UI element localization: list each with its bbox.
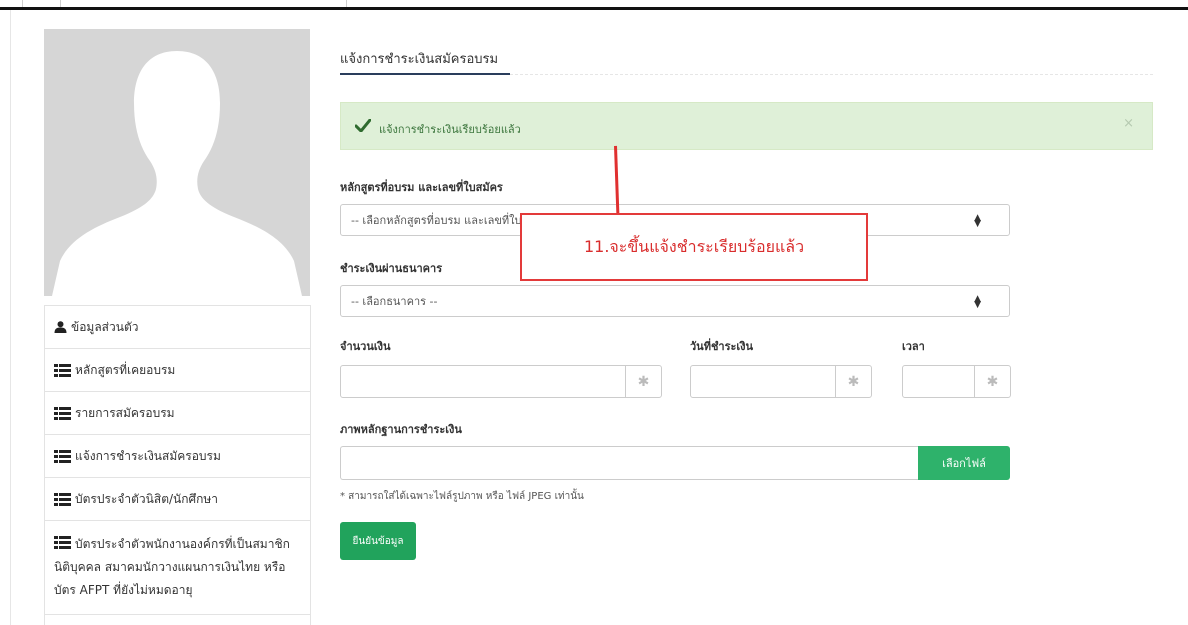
title-underline <box>340 73 510 75</box>
profile-avatar <box>44 29 310 296</box>
sidebar-item-employee-card[interactable]: บัตรประจำตัวพนักงานองค์กรที่เป็นสมาชิกนิ… <box>44 521 311 615</box>
success-alert: แจ้งการชำระเงินเรียบร้อยแล้ว × <box>340 102 1153 150</box>
bank-label: ชำระเงินผ่านธนาคาร <box>340 262 443 275</box>
navbar-bottom-border <box>0 7 1188 10</box>
top-navbar <box>0 0 1188 11</box>
sort-caret-icon: ▲ ▼ <box>974 213 981 229</box>
asterisk-icon: ✱ <box>835 366 871 397</box>
sidebar-item-label: ข้อมูลส่วนตัว <box>71 319 139 334</box>
sidebar-item-student-card[interactable]: บัตรประจำตัวนิสิต/นักศึกษา <box>44 478 311 521</box>
list-icon <box>54 492 71 506</box>
pay-time-input[interactable]: ✱ <box>902 365 1011 398</box>
list-icon <box>54 536 71 549</box>
sidebar-item-registrations[interactable]: รายการสมัครอบรม <box>44 392 311 435</box>
list-icon <box>54 449 71 463</box>
navbar-divider <box>346 0 347 7</box>
bank-select-value: -- เลือกธนาคาร -- <box>351 295 438 308</box>
asterisk-icon: ✱ <box>974 366 1010 397</box>
user-icon <box>54 321 67 333</box>
amount-label: จำนวนเงิน <box>340 340 391 353</box>
submit-button[interactable]: ยืนยันข้อมูล <box>340 522 416 560</box>
sidebar-item-label: บัตรประจำตัวนิสิต/นักศึกษา <box>75 491 219 506</box>
sort-caret-icon: ▲ ▼ <box>974 294 981 310</box>
sidebar-item-label: รายการสมัครอบรม <box>75 405 175 420</box>
sidebar-item-label: หลักสูตรที่เคยอบรม <box>75 362 176 377</box>
sidebar-item-payment-notice[interactable]: แจ้งการชำระเงินสมัครอบรม <box>44 435 311 478</box>
file-type-note: * สามารถใส่ได้เฉพาะไฟล์รูปภาพ หรือ ไฟล์ … <box>340 491 584 502</box>
page-left-border <box>10 10 11 625</box>
evidence-file-input[interactable] <box>340 446 918 480</box>
alert-message: แจ้งการชำระเงินเรียบร้อยแล้ว <box>379 123 521 136</box>
amount-input[interactable]: ✱ <box>340 365 662 398</box>
avatar-silhouette-icon <box>44 29 310 296</box>
bank-select[interactable]: -- เลือกธนาคาร -- ▲ ▼ <box>340 285 1010 317</box>
sidebar-item-text: บัตรประจำตัวพนักงานองค์กรที่เป็นสมาชิกนิ… <box>54 533 301 602</box>
navbar-divider <box>60 0 61 7</box>
evidence-label: ภาพหลักฐานการชำระเงิน <box>340 423 462 436</box>
asterisk-icon: ✱ <box>625 366 661 397</box>
sidebar-item-label: แจ้งการชำระเงินสมัครอบรม <box>75 448 221 463</box>
profile-sidebar-menu: ข้อมูลส่วนตัว หลักสูตรที่เคยอบรม รายการส… <box>44 305 311 625</box>
pay-date-label: วันที่ชำระเงิน <box>690 340 754 353</box>
sidebar-item-profile[interactable]: ข้อมูลส่วนตัว <box>44 305 311 349</box>
sidebar-item-more[interactable] <box>44 615 311 625</box>
sidebar-item-past-courses[interactable]: หลักสูตรที่เคยอบรม <box>44 349 311 392</box>
list-icon <box>54 406 71 420</box>
navbar-divider <box>22 0 23 7</box>
pay-time-label: เวลา <box>902 340 925 353</box>
sidebar-item-label: บัตรประจำตัวพนักงานองค์กรที่เป็นสมาชิกนิ… <box>54 537 290 597</box>
list-icon <box>54 363 71 377</box>
alert-close-button[interactable]: × <box>1123 116 1134 131</box>
course-label: หลักสูตรที่อบรม และเลขที่ใบสมัคร <box>340 181 503 194</box>
annotation-text: 11.จะขึ้นแจ้งชำระเรียบร้อยแล้ว <box>583 236 805 256</box>
choose-file-button[interactable]: เลือกไฟล์ <box>918 446 1010 480</box>
page-title: แจ้งการชำระเงินสมัครอบรม <box>340 52 499 67</box>
check-icon <box>355 119 371 132</box>
pay-date-input[interactable]: ✱ <box>690 365 872 398</box>
annotation-callout: 11.จะขึ้นแจ้งชำระเรียบร้อยแล้ว <box>520 213 868 281</box>
